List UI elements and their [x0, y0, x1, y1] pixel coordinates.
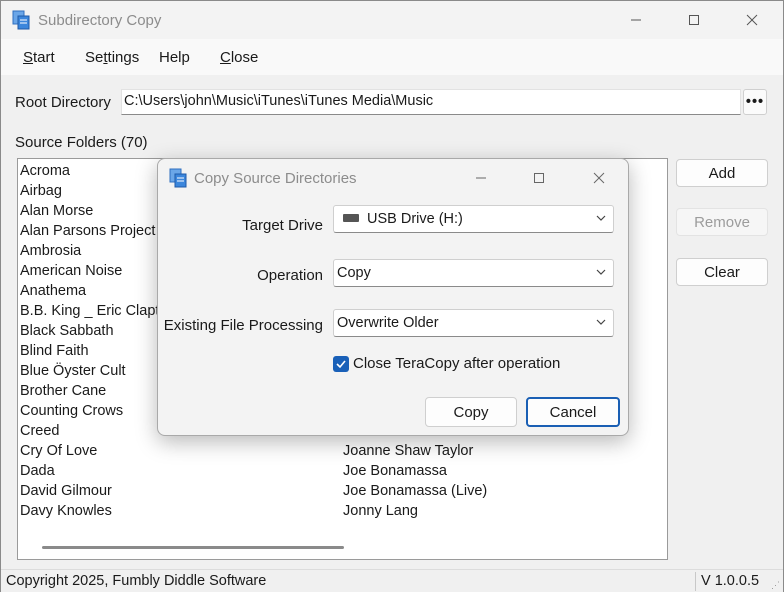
list-item[interactable]: Joanne Shaw Taylor: [343, 441, 487, 461]
copy-button[interactable]: Copy: [425, 397, 517, 427]
minimize-icon: [476, 177, 486, 179]
close-icon: [746, 14, 758, 26]
list-item[interactable]: Cry Of Love: [20, 441, 176, 461]
dialog-minimize-button[interactable]: [452, 159, 510, 197]
menu-start[interactable]: Start: [23, 49, 55, 66]
list-item[interactable]: Anathema: [20, 281, 176, 301]
operation-value: Copy: [337, 265, 371, 281]
chevron-down-icon: [596, 269, 606, 275]
list-item[interactable]: Alan Parsons Project: [20, 221, 176, 241]
close-icon: [593, 172, 605, 184]
close-teracopy-label[interactable]: Close TeraCopy after operation: [353, 355, 560, 372]
list-item[interactable]: American Noise: [20, 261, 176, 281]
list-item[interactable]: Joe Bonamassa (Live): [343, 481, 487, 501]
usb-drive-icon: [343, 214, 359, 223]
minimize-icon: [631, 19, 641, 21]
status-separator: [695, 572, 696, 591]
dialog-title: Copy Source Directories: [194, 170, 357, 187]
resize-grip-icon[interactable]: ⋰: [771, 580, 781, 590]
status-bar: Copyright 2025, Fumbly Diddle Software V…: [1, 569, 783, 592]
copy-dialog: Copy Source Directories Target Drive USB…: [157, 158, 629, 436]
remove-button[interactable]: Remove: [676, 208, 768, 236]
checkmark-icon: [336, 360, 346, 369]
target-drive-select[interactable]: USB Drive (H:): [333, 205, 614, 233]
main-window: Subdirectory Copy Start Settings Help Cl…: [0, 0, 784, 592]
menu-bar: Start Settings Help Close: [1, 39, 783, 75]
close-window-button[interactable]: [723, 1, 781, 39]
target-drive-value: USB Drive (H:): [367, 211, 463, 227]
list-item[interactable]: Airbag: [20, 181, 176, 201]
close-teracopy-checkbox[interactable]: [333, 356, 349, 372]
list-item[interactable]: Davy Knowles: [20, 501, 176, 521]
clear-button[interactable]: Clear: [676, 258, 768, 286]
list-item[interactable]: Joe Bonamassa: [343, 461, 487, 481]
window-title: Subdirectory Copy: [38, 12, 162, 29]
maximize-icon: [534, 173, 544, 183]
menu-close[interactable]: Close: [220, 49, 258, 66]
list-item[interactable]: Brother Cane: [20, 381, 176, 401]
browse-button[interactable]: •••: [743, 89, 767, 115]
list-item[interactable]: Ambrosia: [20, 241, 176, 261]
list-item[interactable]: Jonny Lang: [343, 501, 487, 521]
existing-file-processing-value: Overwrite Older: [337, 315, 439, 331]
root-directory-label: Root Directory: [15, 94, 111, 111]
list-item[interactable]: Black Sabbath: [20, 321, 176, 341]
operation-label: Operation: [257, 267, 323, 284]
list-item[interactable]: Counting Crows: [20, 401, 176, 421]
target-drive-label: Target Drive: [242, 217, 323, 234]
horizontal-scrollbar[interactable]: [42, 546, 344, 549]
chevron-down-icon: [596, 215, 606, 221]
chevron-down-icon: [596, 319, 606, 325]
root-directory-input[interactable]: C:\Users\john\Music\iTunes\iTunes Media\…: [121, 89, 741, 115]
copy-app-icon: [169, 168, 187, 188]
copyright-text: Copyright 2025, Fumbly Diddle Software: [6, 573, 267, 589]
menu-settings[interactable]: Settings: [85, 49, 139, 66]
existing-file-processing-select[interactable]: Overwrite Older: [333, 309, 614, 337]
menu-help[interactable]: Help: [159, 49, 190, 66]
list-column-1: Acroma Airbag Alan Morse Alan Parsons Proje…: [20, 161, 176, 521]
maximize-icon: [689, 15, 699, 25]
list-item[interactable]: David Gilmour: [20, 481, 176, 501]
version-text: V 1.0.0.5: [701, 573, 760, 589]
list-item[interactable]: Blind Faith: [20, 341, 176, 361]
title-bar[interactable]: Subdirectory Copy: [1, 1, 783, 39]
list-column-2: Joanne Shaw Taylor Joe Bonamassa Joe Bonam…: [343, 441, 487, 521]
copy-app-icon: [12, 10, 30, 30]
dialog-close-button[interactable]: [570, 159, 628, 197]
list-item[interactable]: Blue Öyster Cult: [20, 361, 176, 381]
minimize-button[interactable]: [607, 1, 665, 39]
list-item[interactable]: Dada: [20, 461, 176, 481]
list-item[interactable]: Creed: [20, 421, 176, 441]
add-button[interactable]: Add: [676, 159, 768, 187]
maximize-button[interactable]: [665, 1, 723, 39]
list-item[interactable]: Acroma: [20, 161, 176, 181]
dialog-maximize-button[interactable]: [510, 159, 568, 197]
list-item[interactable]: Alan Morse: [20, 201, 176, 221]
existing-file-processing-label: Existing File Processing: [163, 317, 323, 334]
cancel-button[interactable]: Cancel: [526, 397, 620, 427]
source-folders-label: Source Folders (70): [15, 134, 148, 151]
operation-select[interactable]: Copy: [333, 259, 614, 287]
list-item[interactable]: B.B. King _ Eric Clapton: [20, 301, 176, 321]
